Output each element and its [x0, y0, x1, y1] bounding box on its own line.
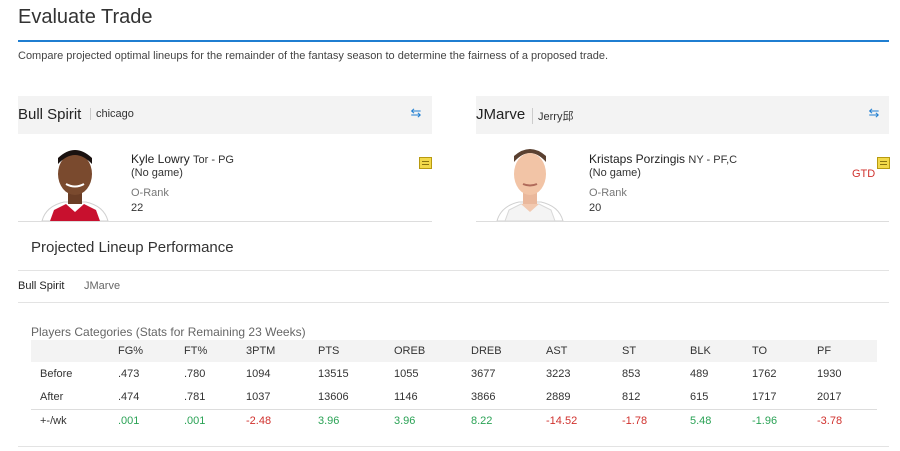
stat-cell: 2889: [546, 391, 571, 403]
player-name-row-2: Kristaps Porzingis NY - PF,C: [589, 152, 737, 166]
stat-cell: 3.96: [394, 415, 416, 427]
stat-cell: 5.48: [690, 415, 712, 427]
team-name-2[interactable]: JMarve: [476, 106, 525, 123]
player-card-1: Kyle Lowry Tor - PG (No game) O-Rank 22: [18, 136, 432, 222]
stat-cell: -2.48: [246, 415, 272, 427]
swap-arrows-icon[interactable]: ⇆: [408, 106, 424, 120]
categories-title: Players Categories (Stats for Remaining …: [31, 325, 306, 339]
tab-bull-spirit[interactable]: Bull Spirit: [18, 280, 64, 292]
stat-cell: 1094: [246, 368, 271, 380]
stat-cell: 8.22: [471, 415, 493, 427]
stat-cell: .001: [184, 415, 206, 427]
column-header[interactable]: BLK: [690, 345, 711, 357]
orank-label-1: O-Rank: [131, 187, 169, 199]
column-header[interactable]: FG%: [118, 345, 143, 357]
injury-status-badge: GTD: [852, 168, 876, 180]
swap-arrows-icon[interactable]: ⇆: [866, 106, 882, 120]
player-game-status-2: (No game): [589, 167, 641, 179]
page-title: Evaluate Trade: [18, 6, 153, 28]
stat-cell: 2017: [817, 391, 842, 403]
row-divider: [31, 409, 877, 410]
orank-value-1: 22: [131, 202, 144, 214]
section-divider: [18, 270, 889, 271]
stat-cell: 853: [622, 368, 641, 380]
page-subtitle: Compare projected optimal lineups for th…: [18, 50, 609, 62]
column-header[interactable]: DREB: [471, 345, 502, 357]
player-headshot-1: [36, 140, 114, 221]
stat-cell: 489: [690, 368, 709, 380]
title-divider: [18, 40, 889, 42]
player-headshot-2: [491, 140, 569, 221]
column-header[interactable]: FT%: [184, 345, 207, 357]
orank-value-2: 20: [589, 202, 602, 214]
player-team-position-2: NY - PF,C: [688, 154, 738, 166]
note-icon[interactable]: [419, 157, 432, 169]
team-bar-1: Bull Spirit chicago ⇆: [18, 96, 432, 134]
team-name-1[interactable]: Bull Spirit: [18, 106, 81, 123]
stat-cell: 1762: [752, 368, 777, 380]
stat-cell: 1055: [394, 368, 419, 380]
section-bottom-rule: [18, 446, 889, 447]
player-name-2[interactable]: Kristaps Porzingis: [589, 152, 685, 166]
stats-table-header: [31, 340, 877, 362]
column-header[interactable]: TO: [752, 345, 767, 357]
column-header[interactable]: PF: [817, 345, 831, 357]
stat-cell: 1930: [817, 368, 842, 380]
tab-jmarve[interactable]: JMarve: [84, 280, 120, 292]
column-header[interactable]: 3PTM: [246, 345, 275, 357]
stat-cell: 3223: [546, 368, 571, 380]
player-name-1[interactable]: Kyle Lowry: [131, 152, 190, 166]
stat-cell: -1.78: [622, 415, 648, 427]
stat-cell: 3677: [471, 368, 496, 380]
stat-cell: 3.96: [318, 415, 340, 427]
row-label: +-/wk: [40, 415, 67, 427]
stat-cell: -3.78: [817, 415, 843, 427]
stat-cell: 13606: [318, 391, 349, 403]
stat-cell: -1.96: [752, 415, 778, 427]
section-title: Projected Lineup Performance: [31, 239, 234, 256]
orank-label-2: O-Rank: [589, 187, 627, 199]
column-header[interactable]: ST: [622, 345, 636, 357]
stat-cell: .001: [118, 415, 140, 427]
team-bar-2: JMarve Jerry邱 ⇆: [476, 96, 889, 134]
stat-cell: -14.52: [546, 415, 578, 427]
stat-cell: .781: [184, 391, 206, 403]
stat-cell: 13515: [318, 368, 349, 380]
column-header[interactable]: PTS: [318, 345, 339, 357]
player-game-status-1: (No game): [131, 167, 183, 179]
stat-cell: 1146: [394, 391, 418, 403]
column-header[interactable]: AST: [546, 345, 567, 357]
row-label: After: [40, 391, 64, 403]
stat-cell: .473: [118, 368, 140, 380]
stat-cell: .474: [118, 391, 140, 403]
stat-cell: 812: [622, 391, 641, 403]
player-team-position-1: Tor - PG: [193, 154, 234, 166]
stat-cell: 615: [690, 391, 709, 403]
player-card-2: Kristaps Porzingis NY - PF,C (No game) O…: [476, 136, 890, 222]
stat-cell: .780: [184, 368, 206, 380]
player-name-row-1: Kyle Lowry Tor - PG: [131, 152, 234, 166]
stat-cell: 1717: [752, 391, 777, 403]
stat-cell: 3866: [471, 391, 496, 403]
team-owner-2: Jerry邱: [532, 108, 573, 124]
row-label: Before: [40, 368, 73, 380]
column-header[interactable]: OREB: [394, 345, 425, 357]
tabs-divider: [18, 302, 889, 303]
team-owner-1: chicago: [90, 108, 134, 120]
stat-cell: 1037: [246, 391, 271, 403]
note-icon[interactable]: [877, 157, 890, 169]
